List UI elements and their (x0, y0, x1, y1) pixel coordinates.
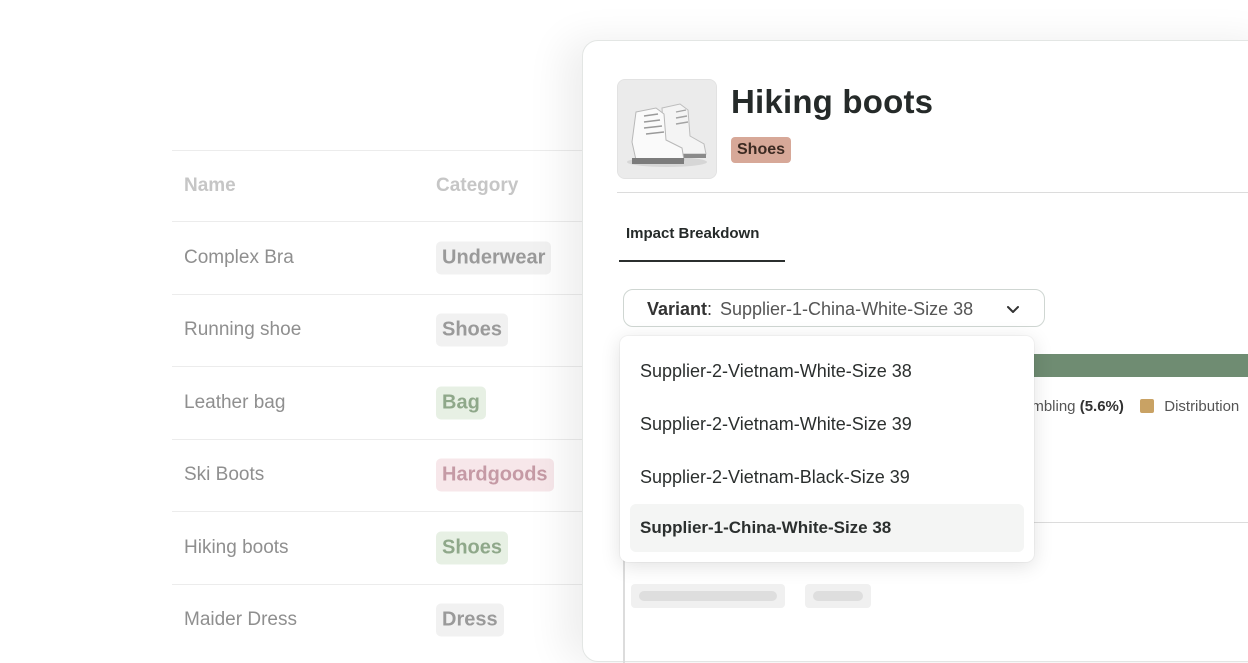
variant-option[interactable]: Supplier-2-Vietnam-White-Size 38 (630, 347, 1024, 395)
variant-option[interactable]: Supplier-2-Vietnam-Black-Size 39 (630, 453, 1024, 501)
impact-bar (1023, 354, 1248, 377)
product-name: Ski Boots (184, 464, 265, 486)
category-chip: Dress (436, 603, 504, 637)
boot-image (618, 80, 716, 178)
category-chip: Hardgoods (436, 458, 554, 492)
category-badge: Shoes (731, 137, 792, 163)
legend-label-distribution: Distribution (1164, 398, 1240, 415)
distribution-swatch (1140, 399, 1155, 413)
variant-option[interactable]: Supplier-2-Vietnam-White-Size 39 (630, 400, 1024, 448)
tab-label: Impact Breakdown (626, 225, 760, 242)
tab-impact-breakdown[interactable]: Impact Breakdown (619, 224, 785, 262)
category-chip: Shoes (436, 531, 509, 565)
impact-legend: embling (5.6%) Distribution (1023, 398, 1239, 415)
table-row[interactable]: Ski Boots Hardgoods (172, 438, 602, 512)
product-table: Name Category Complex Bra Underwear Runn… (172, 150, 602, 656)
table-row[interactable]: Complex Bra Underwear (172, 221, 602, 294)
variant-dropdown: Supplier-2-Vietnam-White-Size 38 Supplie… (620, 336, 1034, 562)
chevron-down-icon (1007, 306, 1019, 313)
product-name: Leather bag (184, 391, 286, 413)
column-header-name[interactable]: Name (184, 175, 236, 197)
category-chip: Underwear (436, 241, 552, 275)
skeleton-pill (805, 584, 871, 608)
variant-select[interactable]: Variant: Supplier-1-China-White-Size 38 (623, 289, 1045, 327)
skeleton-pill (631, 584, 785, 608)
variant-value: Supplier-1-China-White-Size 38 (720, 299, 974, 319)
legend-value-assembling: (5.6%) (1079, 398, 1124, 415)
product-name: Hiking boots (184, 536, 289, 558)
table-row[interactable]: Hiking boots Shoes (172, 511, 602, 584)
table-row[interactable]: Running shoe Shoes (172, 293, 602, 367)
header-divider (617, 192, 1248, 193)
variant-option-selected[interactable]: Supplier-1-China-White-Size 38 (630, 504, 1024, 552)
product-name: Running shoe (184, 319, 302, 341)
product-name: Complex Bra (184, 246, 294, 268)
variant-label: Variant: (647, 299, 713, 319)
category-chip: Shoes (436, 313, 509, 347)
product-title: Hiking boots (731, 83, 934, 120)
category-chip: Bag (436, 386, 486, 420)
column-header-category[interactable]: Category (436, 175, 518, 197)
product-image (617, 79, 717, 179)
table-header: Name Category (172, 150, 602, 221)
table-row[interactable]: Leather bag Bag (172, 366, 602, 439)
table-row[interactable]: Maider Dress Dress (172, 583, 602, 657)
